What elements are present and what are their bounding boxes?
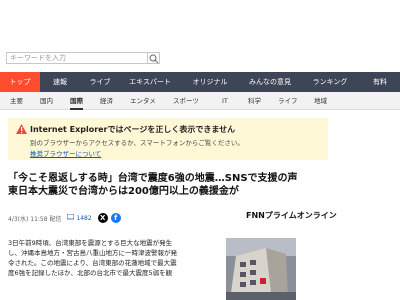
subnav-international[interactable]: 国際 <box>70 92 83 110</box>
headline-line: 「今こそ恩返しする時」台湾で震度6強の地震…SNSで支援の声 <box>8 173 298 184</box>
collapsed-building-image <box>226 238 296 300</box>
subnav-main[interactable]: 主要 <box>10 92 23 110</box>
recommended-browsers-link[interactable]: 推奨ブラウザーについて <box>30 148 101 158</box>
tab-expert[interactable]: エキスパート <box>120 72 180 92</box>
headline-line: 東日本大震災で台湾からは200億円以上の義援金が <box>8 186 239 197</box>
main-nav: トップ 速報 ライブ エキスパート オリジナル みんなの意見 ランキング 有料 <box>0 72 400 92</box>
article-paragraph-line: 3日午前9時頃、台湾東部を震源とする巨大な地震が発生 <box>8 239 173 247</box>
article-headline: 「今こそ恩返しする時」台湾で震度6強の地震…SNSで支援の声 東日本大震災で台湾… <box>8 172 396 198</box>
comment-icon <box>67 213 75 220</box>
tab-original[interactable]: オリジナル <box>180 72 240 92</box>
subnav-life[interactable]: ライフ <box>278 92 298 110</box>
category-nav: 主要 国内 国際 経済 エンタメ スポーツ IT 科学 ライフ 地域 <box>0 92 400 110</box>
tab-top[interactable]: トップ <box>0 72 40 92</box>
comment-count-value: 1482 <box>76 215 92 222</box>
article-meta: 4/3(水) 11:58 配信 1482 X f <box>8 212 121 224</box>
source-logo[interactable]: FNNプライムオンライン <box>246 210 337 221</box>
search-icon <box>149 54 159 64</box>
search-input[interactable]: キーワードを入力 <box>6 52 148 64</box>
tab-opinions[interactable]: みんなの意見 <box>240 72 300 92</box>
x-share-icon[interactable]: X <box>97 213 108 223</box>
publish-time: 4/3(水) 11:58 配信 <box>8 215 62 223</box>
article-paragraph-line: し、沖縄本島地方・宮古島八重山地方に一時津波警報が発 <box>8 249 177 257</box>
facebook-share-icon[interactable]: f <box>110 213 121 223</box>
subnav-it[interactable]: IT <box>222 92 228 110</box>
subnav-sports[interactable]: スポーツ <box>173 92 199 110</box>
subnav-science[interactable]: 科学 <box>248 92 261 110</box>
tab-paid[interactable]: 有料 <box>360 72 400 92</box>
search-button[interactable] <box>148 52 160 64</box>
article-paragraph-line: 度6強を記録したほか、北部の台北市で最大震度5弱を観 <box>8 269 173 277</box>
article-paragraph-line: 令された。この地震により、台湾東部の花蓮地域で最大震 <box>8 259 177 267</box>
article-body: 3日午前9時頃、台湾東部を震源とする巨大な地震が発生 し、沖縄本島地方・宮古島八… <box>8 238 220 278</box>
subnav-economy[interactable]: 経済 <box>100 92 113 110</box>
notice-title: Internet Explorerではページを正しく表示できません <box>30 125 236 134</box>
tab-live[interactable]: ライブ <box>80 72 120 92</box>
tab-ranking[interactable]: ランキング <box>300 72 360 92</box>
subnav-region[interactable]: 地域 <box>314 92 327 110</box>
notice-body: 別のブラウザーからアクセスするか、スマートフォンからご覧ください。 <box>30 139 244 147</box>
tab-breaking[interactable]: 速報 <box>40 72 80 92</box>
browser-notice: Internet Explorerではページを正しく表示できません 別のブラウザ… <box>8 118 328 160</box>
article-photo[interactable] <box>226 238 296 300</box>
subnav-entertainment[interactable]: エンタメ <box>130 92 156 110</box>
page-header <box>0 0 400 48</box>
warning-icon <box>16 124 27 134</box>
subnav-domestic[interactable]: 国内 <box>40 92 53 110</box>
comment-count[interactable]: 1482 <box>67 213 92 222</box>
